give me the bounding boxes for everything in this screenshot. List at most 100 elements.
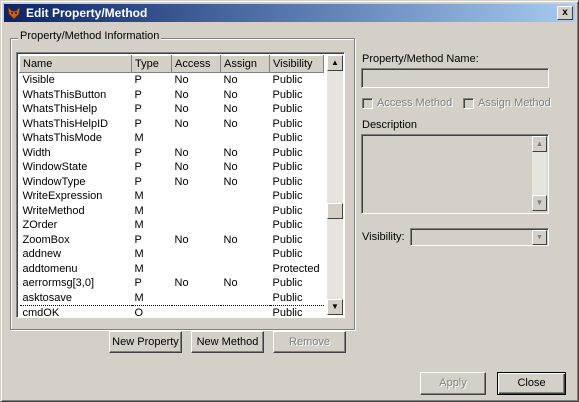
scroll-up-icon[interactable]: ▲ (327, 55, 343, 71)
table-row[interactable]: addnew M Public (20, 247, 324, 262)
cell-visibility: Public (272, 233, 303, 246)
remove-button[interactable]: Remove (273, 331, 346, 353)
visibility-label: Visibility: (362, 231, 405, 243)
cell-visibility: Public (272, 117, 303, 130)
cell-access (172, 291, 221, 306)
table-row[interactable]: WriteMethod M Public (20, 204, 324, 219)
cell-access (172, 262, 221, 277)
cell-visibility: Public (272, 204, 303, 217)
cell-name: WhatsThisHelp (22, 103, 98, 116)
column-header-visibility[interactable]: Visibility (269, 55, 324, 73)
cell-assign: No (223, 277, 238, 290)
visibility-select[interactable]: ▼ (410, 228, 549, 246)
table-row[interactable]: Visible P No No Public (20, 73, 324, 88)
members-grid[interactable]: Name Type Access Assign Visibility Visib… (16, 52, 345, 318)
cell-visibility: Public (272, 190, 303, 203)
table-row[interactable]: WindowType P No No Public (20, 175, 324, 190)
cell-type: P (134, 117, 142, 130)
grid-vertical-scrollbar[interactable]: ▲ ▼ (327, 55, 343, 315)
fox-icon (7, 5, 21, 20)
cell-assign (221, 218, 270, 233)
description-scroll-up-icon[interactable]: ▲ (532, 136, 547, 152)
cell-visibility: Public (272, 161, 303, 174)
cell-name: WindowState (22, 161, 88, 174)
chevron-down-icon[interactable]: ▼ (532, 230, 547, 245)
cell-name: addtomenu (22, 262, 78, 275)
cell-access (172, 247, 221, 262)
title-bar[interactable]: Edit Property/Method x (4, 4, 575, 22)
cell-visibility: Public (272, 248, 303, 261)
cell-name: Width (22, 146, 51, 159)
cell-visibility: Public (272, 103, 303, 116)
cell-type: P (134, 146, 142, 159)
table-row[interactable]: WhatsThisMode M Public (20, 131, 324, 146)
column-header-name[interactable]: Name (19, 55, 132, 73)
name-field[interactable] (361, 68, 549, 88)
description-scrollbar[interactable]: ▲ ▼ (532, 136, 547, 211)
cell-type: P (134, 88, 142, 101)
table-row[interactable]: WindowState P No No Public (20, 160, 324, 175)
cell-name: WindowType (22, 175, 86, 188)
description-scroll-down-icon[interactable]: ▼ (532, 195, 547, 211)
cell-assign: No (223, 233, 238, 246)
column-header-access[interactable]: Access (171, 55, 221, 73)
apply-button[interactable]: Apply (420, 372, 486, 395)
group-label-text: Property/Method Information (20, 30, 160, 42)
cell-name: WriteMethod (22, 204, 85, 217)
table-row[interactable]: asktosave M Public (20, 291, 324, 306)
description-label: Description (362, 119, 418, 131)
close-button[interactable]: Close (497, 372, 566, 395)
cell-assign (221, 291, 270, 306)
access-method-checkbox[interactable] (362, 98, 373, 109)
cell-name: addnew (22, 248, 62, 261)
cell-visibility: Public (272, 175, 303, 188)
table-row[interactable]: Width P No No Public (20, 146, 324, 161)
cell-access: No (174, 74, 189, 87)
table-row[interactable]: addtomenu M Protected (20, 262, 324, 277)
cell-type: M (134, 190, 144, 203)
table-row[interactable]: ZOrder M Public (20, 218, 324, 233)
cell-visibility: Public (269, 305, 324, 317)
cell-access: No (174, 88, 189, 101)
cell-access (171, 305, 221, 317)
table-row[interactable]: aerrormsg[3,0] P No No Public (20, 276, 324, 291)
table-row[interactable]: ZoomBox P No No Public (20, 233, 324, 248)
cell-type: M (134, 219, 144, 232)
remove-button-label: Remove (289, 336, 330, 348)
cell-visibility: Public (272, 146, 303, 159)
cell-access (172, 189, 221, 204)
cell-type: M (134, 248, 144, 261)
scroll-thumb[interactable] (327, 203, 343, 219)
cell-name: WriteExpression (22, 190, 103, 203)
cell-name: WhatsThisHelpID (22, 117, 109, 130)
cell-visibility: Public (272, 88, 303, 101)
table-row[interactable]: WhatsThisHelpID P No No Public (20, 117, 324, 132)
table-row[interactable]: WhatsThisHelp P No No Public (20, 102, 324, 117)
cell-name: ZoomBox (22, 233, 70, 246)
column-header-assign[interactable]: Assign (220, 55, 270, 73)
new-method-button-label: New Method (196, 336, 259, 348)
cell-access: No (174, 146, 189, 159)
new-method-button[interactable]: New Method (191, 331, 264, 353)
assign-method-checkbox[interactable] (463, 98, 474, 109)
cell-type: M (134, 132, 144, 145)
table-row[interactable]: WhatsThisButton P No No Public (20, 88, 324, 103)
cell-access: No (174, 117, 189, 130)
column-header-type[interactable]: Type (131, 55, 172, 73)
cell-access: No (174, 233, 189, 246)
cell-assign: No (223, 175, 238, 188)
access-method-label: Access Method (377, 97, 453, 109)
cell-assign: No (223, 161, 238, 174)
cell-type: P (134, 161, 142, 174)
table-row[interactable]: cmdOK O Public (19, 305, 324, 317)
new-property-button[interactable]: New Property (109, 331, 182, 353)
cell-type: P (134, 233, 142, 246)
description-textarea[interactable]: ▲ ▼ (361, 134, 549, 214)
cell-visibility: Public (272, 219, 303, 232)
table-row[interactable]: WriteExpression M Public (20, 189, 324, 204)
grid-body: Visible P No No Public WhatsThisButton P No No Pu… (19, 73, 324, 317)
scroll-down-icon[interactable]: ▼ (327, 299, 343, 315)
cell-access: No (174, 103, 189, 116)
close-icon[interactable]: x (557, 6, 573, 20)
grid-header-row: Name Type Access Assign Visibility (19, 55, 324, 73)
